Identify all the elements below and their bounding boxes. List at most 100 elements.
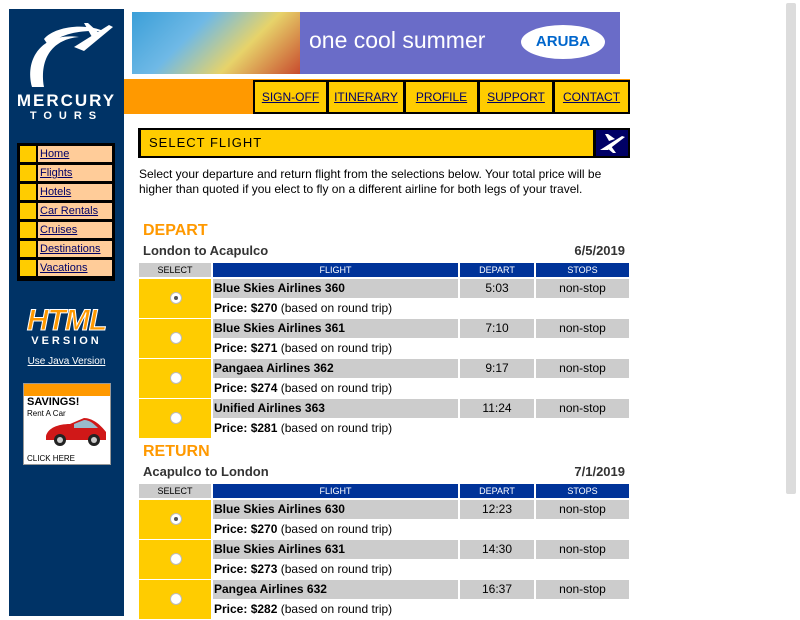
nav-link-destinations[interactable]: Destinations (38, 241, 112, 257)
top-menu: SIGN-OFF ITINERARY PROFILE SUPPORT CONTA… (253, 80, 630, 114)
col-stops: STOPS (536, 484, 629, 498)
car-rental-ad[interactable]: SAVINGS! Rent A Car CLICK HERE (23, 383, 111, 465)
depart-radio-362[interactable] (170, 372, 182, 384)
depart-flight-row: Pangaea Airlines 362 9:17 non-stop Price… (139, 359, 629, 399)
depart-radio-361[interactable] (170, 332, 182, 344)
price-value: $270 (250, 522, 278, 536)
brand-name: MERCURY (16, 91, 117, 110)
col-depart: DEPART (460, 484, 534, 498)
select-cell (139, 279, 211, 318)
nav-item-home[interactable]: Home (20, 146, 112, 162)
stops: non-stop (536, 399, 629, 418)
java-version-link[interactable]: Use Java Version (9, 356, 124, 367)
nav-link-vacations[interactable]: Vacations (38, 260, 112, 276)
select-cell (139, 359, 211, 398)
airline-name: Blue Skies Airlines 631 (213, 540, 458, 559)
return-radio-630[interactable] (170, 513, 182, 525)
html-version-badge: HTML VERSION (9, 305, 124, 347)
price-label: Price: (214, 522, 248, 536)
price-line: Price: $282 (based on round trip) (213, 600, 629, 619)
nav-item-destinations[interactable]: Destinations (20, 241, 112, 257)
price-line: Price: $281 (based on round trip) (213, 419, 629, 438)
banner-photo (132, 12, 300, 74)
depart-time: 16:37 (460, 580, 534, 599)
airline-name: Blue Skies Airlines 361 (213, 319, 458, 338)
nav-item-car-rentals[interactable]: Car Rentals (20, 203, 112, 219)
menu-itinerary[interactable]: ITINERARY (329, 82, 403, 112)
depart-time: 9:17 (460, 359, 534, 378)
col-depart: DEPART (460, 263, 534, 277)
depart-flight-row: Blue Skies Airlines 360 5:03 non-stop Pr… (139, 279, 629, 319)
price-note: (based on round trip) (280, 421, 393, 435)
price-line: Price: $273 (based on round trip) (213, 560, 629, 579)
price-note: (based on round trip) (280, 341, 393, 355)
price-label: Price: (214, 381, 248, 395)
return-date: 7/1/2019 (574, 464, 625, 479)
nav-item-hotels[interactable]: Hotels (20, 184, 112, 200)
ad-top-bar (24, 384, 110, 396)
price-label: Price: (214, 602, 248, 616)
price-label: Price: (214, 301, 248, 315)
price-note: (based on round trip) (280, 522, 393, 536)
menu-profile[interactable]: PROFILE (406, 82, 477, 112)
page-title: SELECT FLIGHT (141, 130, 593, 156)
return-table-header: SELECT FLIGHT DEPART STOPS (139, 484, 629, 498)
side-nav: Home Flights Hotels Car Rentals Cruises … (17, 143, 115, 281)
airline-name: Blue Skies Airlines 360 (213, 279, 458, 298)
stops: non-stop (536, 359, 629, 378)
nav-link-home[interactable]: Home (38, 146, 112, 162)
ad-savings-text: SAVINGS! (27, 396, 80, 408)
banner-tagline: one cool summer (309, 27, 486, 53)
return-title: RETURN (143, 443, 210, 460)
nav-link-flights[interactable]: Flights (38, 165, 112, 181)
scrollbar-thumb[interactable] (786, 3, 796, 494)
depart-radio-363[interactable] (170, 412, 182, 424)
depart-flight-row: Blue Skies Airlines 361 7:10 non-stop Pr… (139, 319, 629, 359)
nav-bullet (20, 203, 36, 219)
price-value: $270 (250, 301, 278, 315)
price-value: $273 (250, 562, 278, 576)
price-line: Price: $270 (based on round trip) (213, 299, 629, 318)
nav-link-car-rentals[interactable]: Car Rentals (38, 203, 112, 219)
nav-item-vacations[interactable]: Vacations (20, 260, 112, 276)
stops: non-stop (536, 319, 629, 338)
col-select: SELECT (139, 484, 211, 498)
select-cell (139, 500, 211, 539)
price-line: Price: $274 (based on round trip) (213, 379, 629, 398)
select-cell (139, 399, 211, 438)
stops: non-stop (536, 540, 629, 559)
depart-time: 7:10 (460, 319, 534, 338)
brand-subname: TOURS (29, 110, 104, 122)
aruba-banner[interactable]: one cool summer ARUBA (132, 12, 620, 74)
col-select: SELECT (139, 263, 211, 277)
price-note: (based on round trip) (280, 381, 393, 395)
nav-link-hotels[interactable]: Hotels (38, 184, 112, 200)
nav-bullet (20, 260, 36, 276)
nav-bullet (20, 222, 36, 238)
sidebar: MERCURY TOURS Home Flights Hotels Car Re… (9, 9, 124, 616)
aruba-logo: ARUBA (521, 25, 605, 59)
depart-flight-row: Unified Airlines 363 11:24 non-stop Pric… (139, 399, 629, 439)
vertical-scrollbar[interactable] (783, 0, 800, 616)
depart-time: 14:30 (460, 540, 534, 559)
stops: non-stop (536, 279, 629, 298)
nav-item-cruises[interactable]: Cruises (20, 222, 112, 238)
menu-contact[interactable]: CONTACT (555, 82, 628, 112)
nav-item-flights[interactable]: Flights (20, 165, 112, 181)
menu-support[interactable]: SUPPORT (480, 82, 552, 112)
plane-icon (596, 130, 628, 156)
depart-radio-360[interactable] (170, 292, 182, 304)
nav-link-cruises[interactable]: Cruises (38, 222, 112, 238)
nav-bullet (20, 165, 36, 181)
nav-bullet (20, 241, 36, 257)
ad-click-here[interactable]: CLICK HERE (27, 454, 75, 463)
menu-sign-off[interactable]: SIGN-OFF (255, 82, 326, 112)
depart-time: 5:03 (460, 279, 534, 298)
price-label: Price: (214, 562, 248, 576)
depart-title: DEPART (143, 222, 208, 239)
return-radio-631[interactable] (170, 553, 182, 565)
depart-time: 12:23 (460, 500, 534, 519)
select-cell (139, 319, 211, 358)
return-radio-632[interactable] (170, 593, 182, 605)
price-note: (based on round trip) (280, 301, 393, 315)
